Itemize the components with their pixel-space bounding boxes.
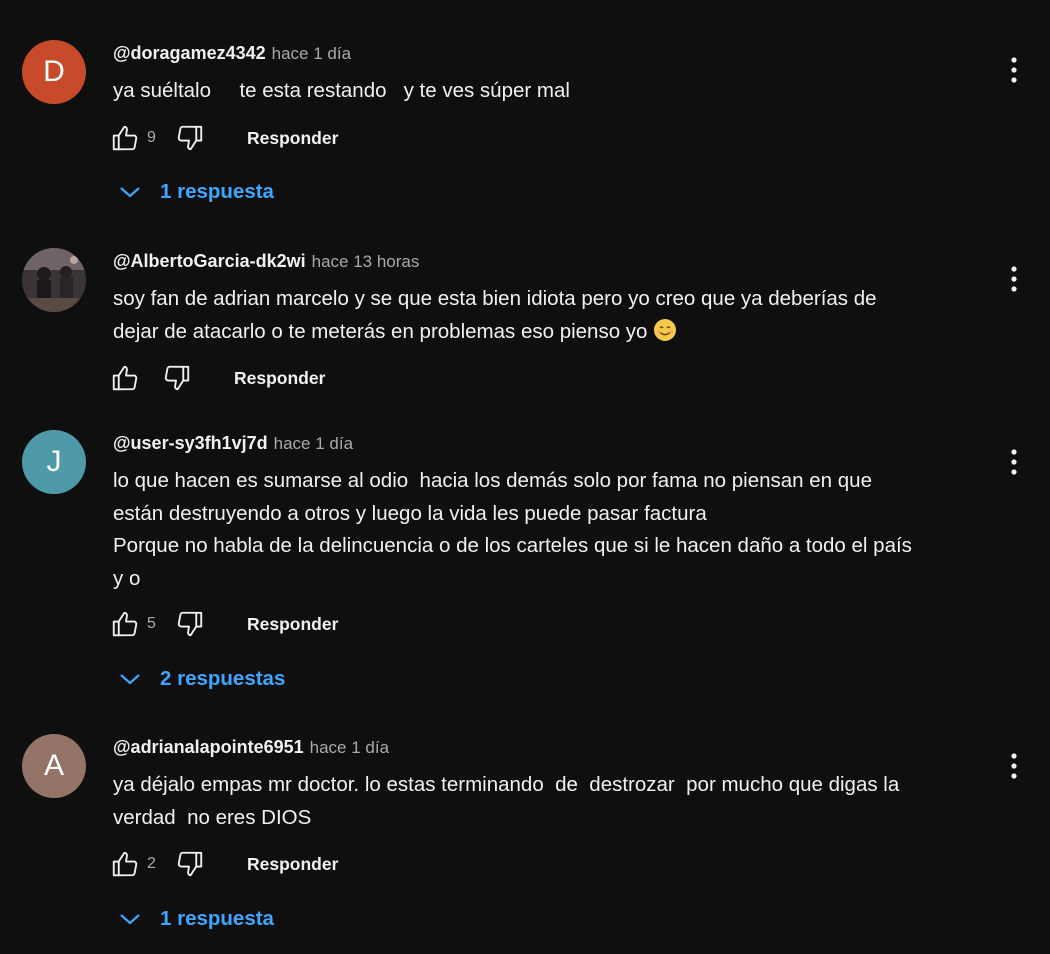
view-replies-button[interactable]: 1 respuesta [116, 904, 274, 934]
comment-menu-button[interactable] [1000, 53, 1028, 87]
dislike-button[interactable] [173, 607, 207, 641]
reply-button[interactable]: Responder [247, 614, 338, 635]
avatar[interactable] [22, 248, 86, 312]
comment-time[interactable]: hace 1 día [272, 44, 351, 64]
dislike-button[interactable] [173, 847, 207, 881]
comment-actions: Responder [108, 361, 325, 395]
thumbs-down-icon [177, 611, 203, 637]
like-button[interactable] [108, 607, 142, 641]
comment-text-line: ya déjalo empas mr doctor. lo estas term… [113, 773, 900, 796]
comment-text-line: lo que hacen es sumarse al odio hacia lo… [113, 469, 872, 492]
comment-text: ya suéltalo te esta restando y te ves sú… [113, 75, 983, 108]
thumbs-down-icon [164, 365, 190, 391]
chevron-down-icon [116, 665, 144, 693]
avatar-letter: A [43, 749, 64, 782]
comment-time[interactable]: hace 1 día [310, 738, 389, 758]
comment-text-line: Porque no habla de la delincuencia o de … [113, 534, 912, 557]
replies-label: 1 respuesta [160, 907, 274, 930]
thumbs-up-icon [112, 851, 138, 877]
avatar[interactable]: D [22, 40, 86, 104]
comment-time[interactable]: hace 1 día [274, 434, 353, 454]
avatar-letter: J [46, 445, 62, 478]
replies-label: 1 respuesta [160, 180, 274, 203]
comment-menu-button[interactable] [1000, 262, 1028, 296]
comment-text-line: ya suéltalo te esta restando y te ves sú… [113, 79, 570, 102]
chevron-down-icon [116, 178, 144, 206]
comment-text-line: dejar de atacarlo o te meterás en proble… [113, 316, 983, 353]
avatar[interactable]: J [22, 430, 86, 494]
avatar-photo-image [22, 248, 86, 312]
thumbs-up-icon [112, 125, 138, 151]
thumbs-down-icon [177, 851, 203, 877]
comment-text: lo que hacen es sumarse al odio hacia lo… [113, 465, 983, 595]
reply-button[interactable]: Responder [247, 854, 338, 875]
comment-header: @user-sy3fh1vj7d hace 1 día [113, 433, 353, 455]
comment-text-line: verdad no eres DIOS [113, 805, 312, 829]
comment-author[interactable]: @adrianalapointe6951 [113, 737, 304, 758]
comment-text: ya déjalo empas mr doctor. lo estas term… [113, 769, 983, 834]
comment-header: @adrianalapointe6951 hace 1 día [113, 737, 389, 759]
comment-menu-button[interactable] [1000, 445, 1028, 479]
thumbs-up-icon [112, 365, 138, 391]
comment-text: soy fan de adrian marcelo y se que esta … [113, 283, 983, 352]
like-button[interactable] [108, 361, 142, 395]
comment-actions: 2 Responder [108, 847, 338, 881]
more-vert-icon [1011, 57, 1017, 83]
more-vert-icon [1011, 753, 1017, 779]
comment-author[interactable]: @AlbertoGarcia-dk2wi [113, 251, 306, 272]
more-vert-icon [1011, 266, 1017, 292]
thumbs-up-icon [112, 611, 138, 637]
avatar-letter: D [43, 55, 65, 88]
dislike-button[interactable] [160, 361, 194, 395]
comment-text-line-part: dejar de atacarlo o te meterás en proble… [113, 319, 648, 343]
comment-menu-button[interactable] [1000, 749, 1028, 783]
like-button[interactable] [108, 847, 142, 881]
like-count: 5 [147, 615, 156, 632]
comment-author[interactable]: @user-sy3fh1vj7d [113, 433, 268, 454]
view-replies-button[interactable]: 2 respuestas [116, 664, 285, 694]
comment-text-line: soy fan de adrian marcelo y se que esta … [113, 287, 877, 310]
comment-text-line: están destruyendo a otros y luego la vid… [113, 501, 707, 525]
comment-header: @AlbertoGarcia-dk2wi hace 13 horas [113, 251, 419, 273]
reply-button[interactable]: Responder [234, 368, 325, 389]
like-count: 9 [147, 129, 156, 146]
more-vert-icon [1011, 449, 1017, 475]
thumbs-down-icon [177, 125, 203, 151]
chevron-down-icon [116, 905, 144, 933]
comment-header: @doragamez4342 hace 1 día [113, 43, 351, 65]
replies-label: 2 respuestas [160, 667, 286, 690]
comment-author[interactable]: @doragamez4342 [113, 43, 266, 64]
dislike-button[interactable] [173, 121, 207, 155]
like-count: 2 [147, 855, 156, 872]
like-button[interactable] [108, 121, 142, 155]
comment-text-line: y o [113, 566, 141, 590]
avatar[interactable]: A [22, 734, 86, 798]
reply-button[interactable]: Responder [247, 128, 338, 149]
view-replies-button[interactable]: 1 respuesta [116, 177, 274, 207]
comment-time[interactable]: hace 13 horas [312, 252, 420, 272]
comment-actions: 9 Responder [108, 121, 338, 155]
comment-actions: 5 Responder [108, 607, 338, 641]
smile-emoji-icon [653, 318, 677, 353]
